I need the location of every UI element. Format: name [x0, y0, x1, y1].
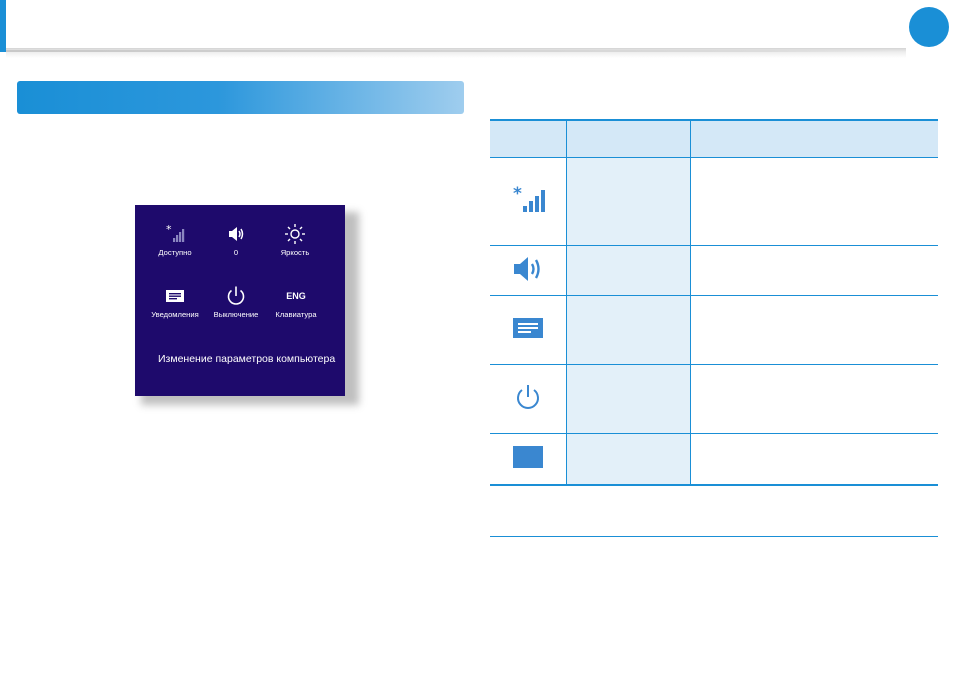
table-row: [490, 433, 938, 486]
table-icon-cell: [490, 433, 566, 486]
header-rule: [6, 50, 901, 52]
icons-table: *: [490, 119, 938, 486]
page-number-badge: [909, 7, 949, 47]
table-desc-cell: [690, 433, 938, 486]
settings-charm-panel: * Доступно 0 Яркость Уведомления Выключе…: [135, 205, 345, 396]
header-accent-bar: [0, 0, 6, 52]
table-desc-cell: [690, 364, 938, 434]
table-icon-cell: [490, 245, 566, 296]
notifications-icon: [140, 284, 210, 308]
table-desc-cell: [690, 157, 938, 246]
table-name-cell: [565, 245, 691, 296]
table-row: [490, 245, 938, 296]
charm-tile-label: Клавиатура: [275, 310, 317, 319]
change-pc-settings-link[interactable]: Изменение параметров компьютера: [158, 353, 335, 365]
notifications-icon: [512, 317, 544, 339]
charm-tile-keyboard[interactable]: ENG Клавиатура: [261, 284, 331, 324]
table-row: [490, 295, 938, 365]
keyboard-language-glyph: ENG: [286, 291, 306, 301]
volume-icon: [511, 254, 545, 284]
table-icon-cell: [490, 295, 566, 365]
charm-tile-label: Яркость: [280, 248, 310, 257]
table-header-row: [490, 119, 938, 158]
table-name-cell: [565, 295, 691, 365]
charm-tile-brightness[interactable]: Яркость: [260, 222, 330, 262]
keyboard-icon: ENG: [261, 284, 331, 308]
table-name-cell: [565, 364, 691, 434]
table-header-cell: [565, 119, 691, 158]
table-icon-cell: [490, 364, 566, 434]
table-row: *: [490, 157, 938, 246]
table-row: [490, 364, 938, 434]
svg-text:*: *: [513, 184, 522, 204]
section-banner: [17, 81, 464, 114]
table-desc-cell: [690, 295, 938, 365]
table-header-cell: [490, 119, 566, 158]
keyboard-language-icon: [512, 445, 544, 469]
power-icon: [513, 382, 543, 412]
table-header-cell: [690, 119, 938, 158]
table-name-cell: [565, 157, 691, 246]
table-name-cell: [565, 433, 691, 486]
wifi-signal-icon: *: [140, 222, 210, 246]
network-signal-icon: *: [511, 184, 545, 216]
table-desc-cell: [690, 245, 938, 296]
svg-text:*: *: [166, 224, 172, 236]
brightness-icon: [260, 222, 330, 246]
note-divider: [490, 536, 938, 537]
table-icon-cell: *: [490, 157, 566, 246]
